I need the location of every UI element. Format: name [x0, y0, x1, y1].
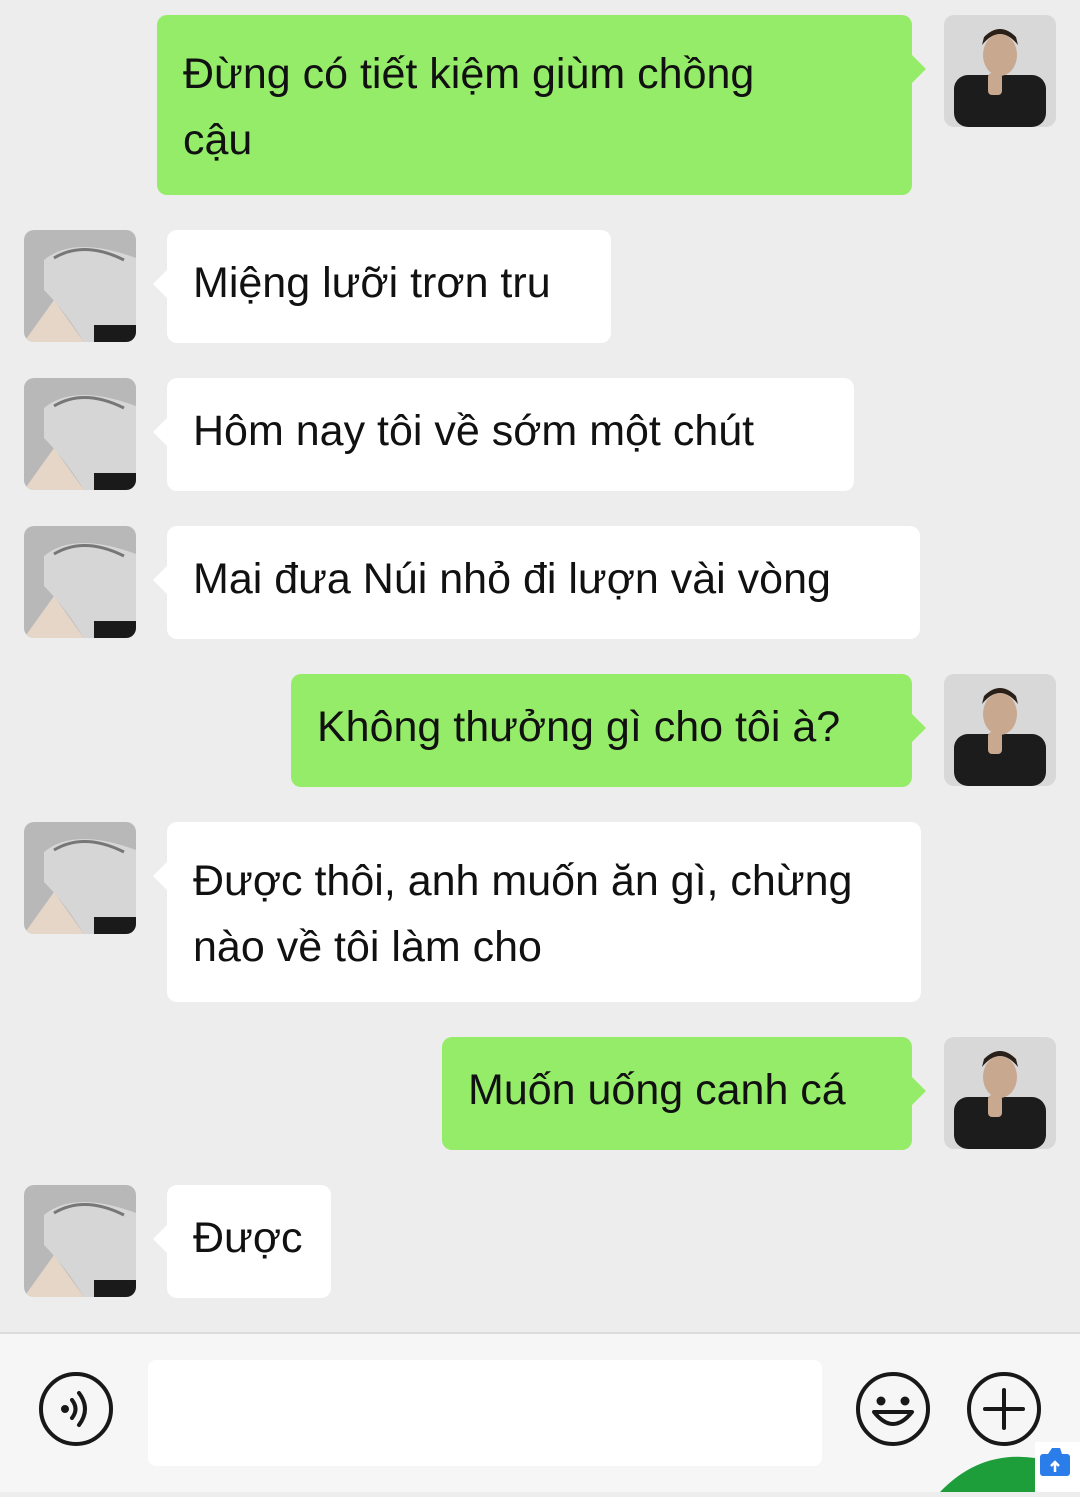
contact-avatar[interactable] — [24, 378, 136, 490]
my-avatar[interactable] — [944, 15, 1056, 127]
message-input[interactable] — [148, 1360, 822, 1466]
message-line: Được — [193, 1214, 303, 1262]
chat-area: Đừng có tiết kiệm giùm chồng cậu Miệng l… — [0, 0, 1080, 1332]
voice-icon[interactable] — [37, 1370, 115, 1448]
message-line: Mai đưa Núi nhỏ đi lượn vài vòng — [193, 555, 831, 603]
message-line: nào về tôi làm cho — [193, 923, 542, 971]
message-bubble-outgoing[interactable]: Không thưởng gì cho tôi à? — [291, 674, 926, 787]
message-line: Được thôi, anh muốn ăn gì, chừng — [193, 857, 853, 905]
message-bubble-incoming[interactable]: Được — [153, 1185, 331, 1298]
contact-avatar[interactable] — [24, 526, 136, 638]
message-line: Đừng có tiết kiệm giùm chồng — [183, 50, 755, 98]
message-line: cậu — [183, 116, 253, 164]
message-bubble-incoming[interactable]: Miệng lưỡi trơn tru — [153, 230, 611, 343]
message-line: Muốn uống canh cá — [468, 1066, 846, 1114]
contact-avatar[interactable] — [24, 1185, 136, 1297]
contact-avatar[interactable] — [24, 822, 136, 934]
input-bar — [0, 1332, 1080, 1492]
message-line: Hôm nay tôi về sớm một chút — [193, 407, 755, 455]
message-bubble-outgoing[interactable]: Muốn uống canh cá — [442, 1037, 926, 1150]
contact-avatar[interactable] — [24, 230, 136, 342]
message-line: Miệng lưỡi trơn tru — [193, 259, 551, 307]
message-bubble-outgoing[interactable]: Đừng có tiết kiệm giùm chồng cậu — [157, 15, 926, 195]
message-line: Không thưởng gì cho tôi à? — [317, 703, 841, 751]
emoji-icon[interactable] — [854, 1370, 932, 1448]
my-avatar[interactable] — [944, 1037, 1056, 1149]
message-bubble-incoming[interactable]: Mai đưa Núi nhỏ đi lượn vài vòng — [153, 526, 920, 639]
my-avatar[interactable] — [944, 674, 1056, 786]
floating-badge-icon[interactable] — [940, 1420, 1080, 1492]
message-bubble-incoming[interactable]: Được thôi, anh muốn ăn gì, chừng nào về … — [153, 822, 921, 1002]
message-bubble-incoming[interactable]: Hôm nay tôi về sớm một chút — [153, 378, 854, 491]
